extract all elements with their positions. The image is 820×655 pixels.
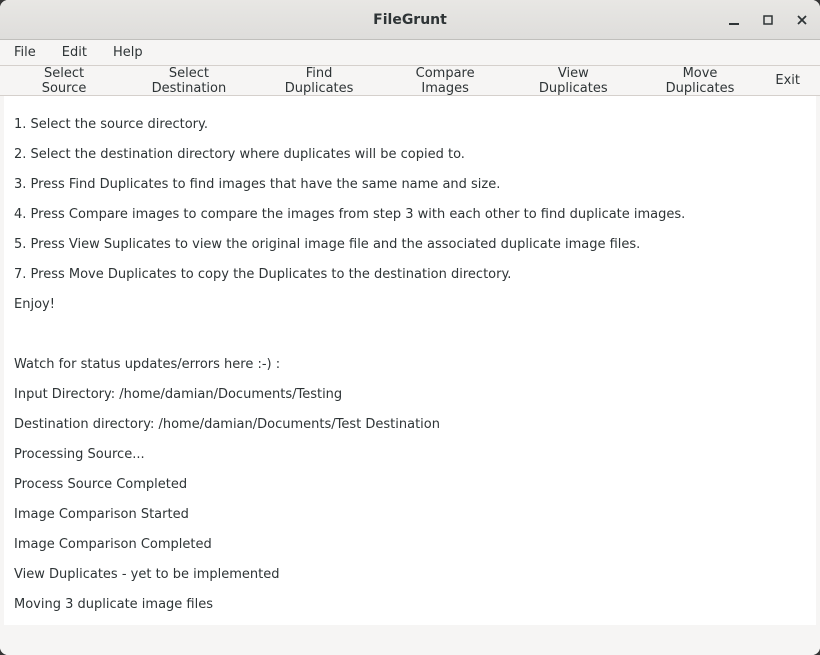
log-line: 7. Press Move Duplicates to copy the Dup… xyxy=(14,267,806,282)
log-line: 3. Press Find Duplicates to find images … xyxy=(14,177,806,192)
log-output[interactable]: 1. Select the source directory. 2. Selec… xyxy=(0,96,820,625)
log-line: 5. Press View Suplicates to view the ori… xyxy=(14,237,806,252)
exit-button[interactable]: Exit xyxy=(765,69,810,92)
select-source-button[interactable]: Select Source xyxy=(10,62,118,100)
menu-help[interactable]: Help xyxy=(109,43,147,62)
status-bar xyxy=(0,625,820,655)
close-icon xyxy=(795,13,809,27)
log-line: Image Comparison Completed xyxy=(14,537,806,552)
titlebar: FileGrunt xyxy=(0,0,820,40)
maximize-button[interactable] xyxy=(758,10,778,30)
log-line: View Duplicates - yet to be implemented xyxy=(14,567,806,582)
close-button[interactable] xyxy=(792,10,812,30)
maximize-icon xyxy=(761,13,775,27)
compare-images-button[interactable]: Compare Images xyxy=(380,62,510,100)
log-line: Destination directory: /home/damian/Docu… xyxy=(14,417,806,432)
log-line: Moving 3 duplicate image files xyxy=(14,597,806,612)
menu-edit[interactable]: Edit xyxy=(58,43,91,62)
log-line: Processing Source... xyxy=(14,447,806,462)
log-line: Watch for status updates/errors here :-)… xyxy=(14,357,806,372)
log-line: 2. Select the destination directory wher… xyxy=(14,147,806,162)
log-line: 4. Press Compare images to compare the i… xyxy=(14,207,806,222)
toolbar: Select Source Select Destination Find Du… xyxy=(0,66,820,96)
window-title: FileGrunt xyxy=(373,12,447,28)
log-line xyxy=(14,327,806,342)
view-duplicates-button[interactable]: View Duplicates xyxy=(512,62,635,100)
find-duplicates-button[interactable]: Find Duplicates xyxy=(260,62,379,100)
application-window: FileGrunt File Edit Help xyxy=(0,0,820,655)
select-destination-button[interactable]: Select Destination xyxy=(120,62,258,100)
window-controls xyxy=(724,10,812,30)
log-line: Input Directory: /home/damian/Documents/… xyxy=(14,387,806,402)
move-duplicates-button[interactable]: Move Duplicates xyxy=(637,62,764,100)
log-line: 1. Select the source directory. xyxy=(14,117,806,132)
menu-file[interactable]: File xyxy=(10,43,40,62)
minimize-icon xyxy=(727,13,741,27)
log-line: Enjoy! xyxy=(14,297,806,312)
log-line: Image Comparison Started xyxy=(14,507,806,522)
minimize-button[interactable] xyxy=(724,10,744,30)
log-line: Process Source Completed xyxy=(14,477,806,492)
